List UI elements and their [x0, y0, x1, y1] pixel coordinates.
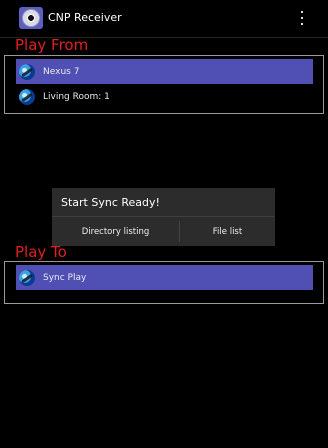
list-item[interactable]: Sync Play [16, 265, 313, 290]
list-item-label: Living Room: 1 [43, 91, 110, 102]
app-title: CNP Receiver [48, 11, 122, 24]
sync-dialog: Start Sync Ready! Directory listing File… [52, 188, 275, 246]
device-globe-icon [19, 88, 35, 105]
list-item[interactable]: Living Room: 1 [16, 84, 313, 109]
list-item-label: Sync Play [43, 272, 87, 283]
more-vert-icon[interactable] [299, 11, 305, 25]
play-to-label: Play To [15, 243, 67, 261]
app-icon[interactable] [19, 7, 43, 29]
list-item-label: Nexus 7 [43, 66, 80, 77]
directory-listing-button[interactable]: Directory listing [52, 217, 179, 246]
dialog-title: Start Sync Ready! [61, 196, 160, 209]
action-bar: CNP Receiver [0, 0, 328, 38]
play-from-label: Play From [15, 36, 89, 54]
device-globe-icon [19, 269, 35, 286]
list-item[interactable]: Nexus 7 [16, 59, 313, 84]
file-list-button[interactable]: File list [180, 217, 275, 246]
device-globe-icon [19, 63, 35, 80]
